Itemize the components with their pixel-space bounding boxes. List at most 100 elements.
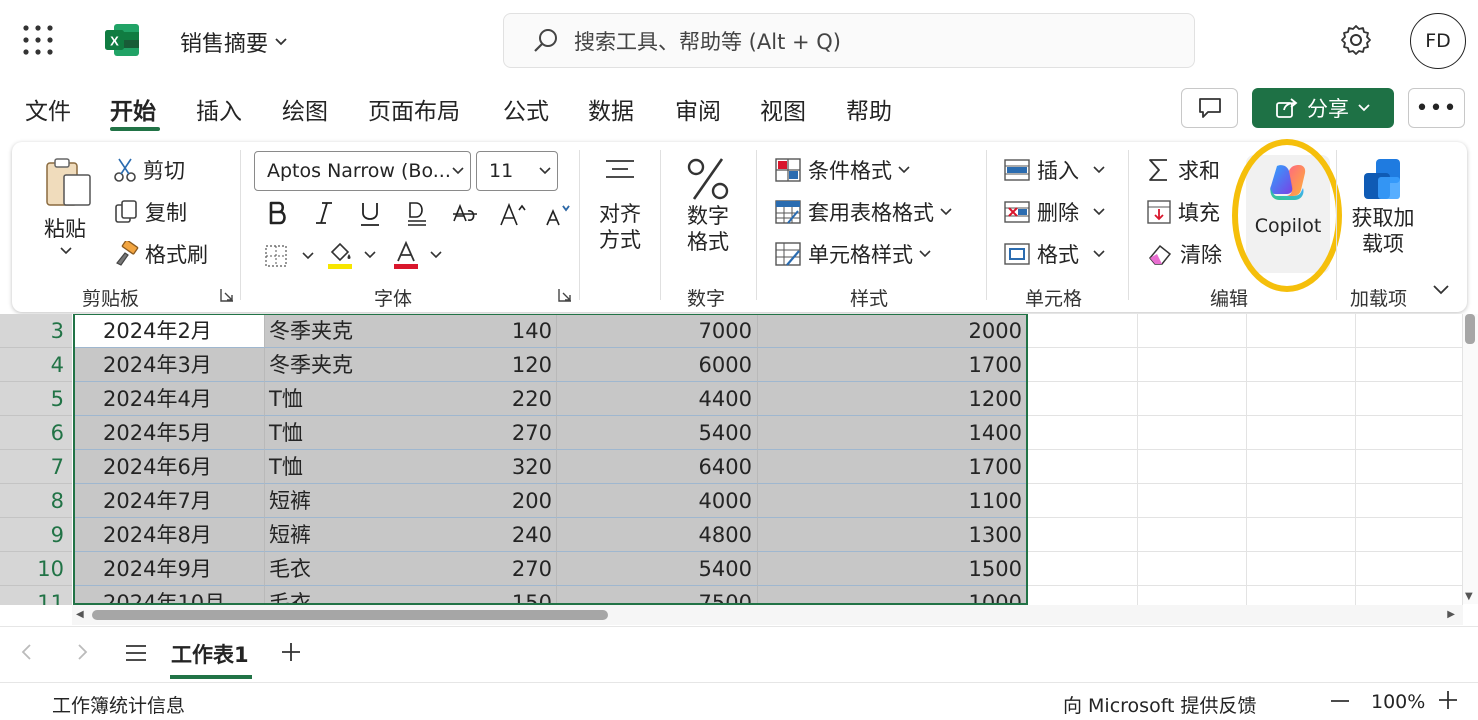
empty-cell[interactable] xyxy=(1138,586,1247,605)
empty-cell[interactable] xyxy=(1247,484,1356,518)
cell-cost[interactable]: 1300 xyxy=(758,518,1028,552)
cell-sales[interactable]: 7000 xyxy=(557,314,758,348)
alignment-button[interactable]: 对齐 方式 xyxy=(595,157,645,253)
cell-sales[interactable]: 5400 xyxy=(557,416,758,450)
cell-month[interactable]: 2024年8月 xyxy=(73,518,265,552)
sheet-tab-active[interactable]: 工作表1 xyxy=(171,639,249,669)
tab-insert[interactable]: 插入 xyxy=(196,92,242,126)
cell-sales[interactable]: 4000 xyxy=(557,484,758,518)
dialog-launcher-icon[interactable] xyxy=(558,288,572,302)
decrease-font-size-icon[interactable] xyxy=(544,200,574,228)
empty-cell[interactable] xyxy=(1138,382,1247,416)
format-painter-button[interactable]: 格式刷 xyxy=(113,239,208,269)
font-color-button[interactable] xyxy=(392,240,442,270)
empty-cell[interactable] xyxy=(1356,382,1463,416)
scroll-right-arrow-icon[interactable]: ▶ xyxy=(1447,609,1455,620)
cell-month[interactable]: 2024年9月 xyxy=(73,552,265,586)
next-sheet-icon[interactable] xyxy=(75,642,89,662)
cell-sales[interactable]: 6000 xyxy=(557,348,758,382)
cell-sales[interactable]: 4800 xyxy=(557,518,758,552)
cell-cost[interactable]: 1700 xyxy=(758,348,1028,382)
cell-quantity[interactable]: 200 xyxy=(265,484,557,518)
cell-cost[interactable]: 1400 xyxy=(758,416,1028,450)
feedback-link[interactable]: 向 Microsoft 提供反馈 xyxy=(1063,691,1257,718)
row-header[interactable]: 4 xyxy=(0,348,72,382)
cell-quantity[interactable]: 150 xyxy=(265,586,557,605)
empty-cell[interactable] xyxy=(1247,416,1356,450)
tab-home[interactable]: 开始 xyxy=(110,92,156,126)
empty-cell[interactable] xyxy=(1138,552,1247,586)
scroll-left-arrow-icon[interactable]: ◀ xyxy=(76,609,84,620)
cell-month[interactable]: 2024年3月 xyxy=(73,348,265,382)
cell-month[interactable]: 2024年5月 xyxy=(73,416,265,450)
zoom-out-icon[interactable] xyxy=(1330,690,1350,712)
empty-cell[interactable] xyxy=(1356,518,1463,552)
increase-font-size-icon[interactable] xyxy=(498,200,528,228)
empty-cell[interactable] xyxy=(1356,484,1463,518)
empty-cell[interactable] xyxy=(1028,314,1138,348)
cell-quantity[interactable]: 120 xyxy=(265,348,557,382)
empty-cell[interactable] xyxy=(1247,552,1356,586)
clear-button[interactable]: 清除 xyxy=(1146,239,1222,269)
cell-cost[interactable]: 1700 xyxy=(758,450,1028,484)
cell-quantity[interactable]: 320 xyxy=(265,450,557,484)
row-header[interactable]: 9 xyxy=(0,518,72,552)
cell-cost[interactable]: 2000 xyxy=(758,314,1028,348)
cell-cost[interactable]: 1100 xyxy=(758,484,1028,518)
empty-cell[interactable] xyxy=(1356,552,1463,586)
empty-cell[interactable] xyxy=(1138,484,1247,518)
cell-month[interactable]: 2024年2月 xyxy=(73,314,265,348)
more-options-button[interactable]: ••• xyxy=(1408,88,1465,128)
empty-cell[interactable] xyxy=(1028,416,1138,450)
empty-cell[interactable] xyxy=(1028,586,1138,605)
empty-cell[interactable] xyxy=(1138,518,1247,552)
strikethrough-icon[interactable] xyxy=(451,200,479,228)
cell-quantity[interactable]: 270 xyxy=(265,416,557,450)
empty-cell[interactable] xyxy=(1138,314,1247,348)
tab-file[interactable]: 文件 xyxy=(25,92,71,126)
empty-cell[interactable] xyxy=(1247,314,1356,348)
cell-quantity[interactable]: 220 xyxy=(265,382,557,416)
empty-cell[interactable] xyxy=(1028,518,1138,552)
zoom-in-icon[interactable] xyxy=(1437,689,1459,711)
empty-cell[interactable] xyxy=(1356,348,1463,382)
row-header[interactable]: 3 xyxy=(0,314,72,348)
double-underline-icon[interactable] xyxy=(405,200,429,228)
cell-cost[interactable]: 1500 xyxy=(758,552,1028,586)
insert-cells-button[interactable]: 插入 xyxy=(1003,155,1105,185)
ribbon-expand-chevron-icon[interactable] xyxy=(1432,284,1450,296)
number-format-button[interactable]: 数字 格式 xyxy=(682,155,734,255)
add-sheet-icon[interactable] xyxy=(280,641,302,663)
tab-help[interactable]: 帮助 xyxy=(846,92,892,126)
cell-month[interactable]: 2024年10月 xyxy=(73,586,265,605)
app-launcher-icon[interactable] xyxy=(22,24,54,56)
autosum-button[interactable]: 求和 xyxy=(1146,155,1220,185)
empty-cell[interactable] xyxy=(1138,450,1247,484)
empty-cell[interactable] xyxy=(1247,586,1356,605)
font-name-select[interactable]: Aptos Narrow (Bo... xyxy=(254,151,471,191)
all-sheets-menu-icon[interactable] xyxy=(124,643,148,663)
copy-button[interactable]: 复制 xyxy=(113,197,187,227)
horizontal-scroll-thumb[interactable] xyxy=(92,610,608,620)
borders-button[interactable] xyxy=(264,244,314,268)
cell-month[interactable]: 2024年4月 xyxy=(73,382,265,416)
empty-cell[interactable] xyxy=(1247,382,1356,416)
fill-button[interactable]: 填充 xyxy=(1146,197,1220,227)
cell-quantity[interactable]: 240 xyxy=(265,518,557,552)
fill-color-button[interactable] xyxy=(326,240,376,270)
underline-icon[interactable] xyxy=(358,200,382,228)
conditional-formatting-button[interactable]: 条件格式 xyxy=(774,155,910,185)
empty-cell[interactable] xyxy=(1356,416,1463,450)
empty-cell[interactable] xyxy=(1028,348,1138,382)
cell-cost[interactable]: 1200 xyxy=(758,382,1028,416)
cut-button[interactable]: 剪切 xyxy=(113,155,185,185)
row-header[interactable]: 10 xyxy=(0,552,72,586)
row-header[interactable]: 5 xyxy=(0,382,72,416)
tab-view[interactable]: 视图 xyxy=(760,92,806,126)
cell-sales[interactable]: 7500 xyxy=(557,586,758,605)
document-title[interactable]: 销售摘要 xyxy=(180,26,288,58)
vertical-scroll-thumb[interactable] xyxy=(1465,314,1475,344)
spreadsheet-grid[interactable]: 3 2024年2月 冬季夹克 140 7000 2000 4 2024年3月 冬季夹克 120 60… xyxy=(0,314,1463,605)
get-addins-button[interactable]: 获取加 载项 xyxy=(1348,155,1418,257)
row-header[interactable]: 6 xyxy=(0,416,72,450)
